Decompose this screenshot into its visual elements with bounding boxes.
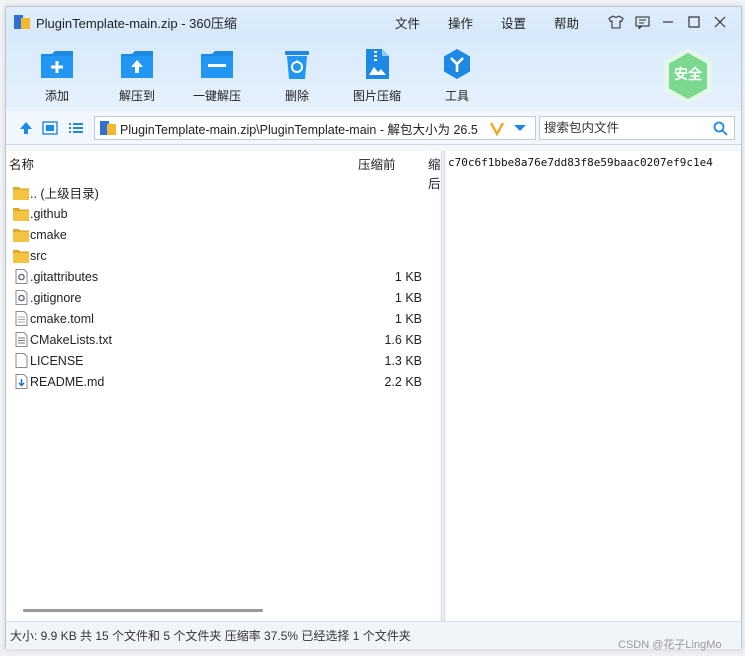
menu-settings[interactable]: 设置 [501,13,526,32]
close-icon[interactable] [707,10,733,34]
file-size: 1.6 KB [384,332,422,347]
chevron-v-icon [489,122,505,136]
list-item[interactable]: .gitattributes 1 KB [7,266,440,287]
menu-bar: 文件 操作 设置 帮助 [395,7,607,37]
watermark: CSDN @花子LingMo [618,639,722,651]
menu-help[interactable]: 帮助 [554,13,579,32]
folder-icon [13,208,29,221]
tools-icon [439,46,475,82]
folder-icon [13,250,29,263]
tools-button[interactable]: 工具 [422,46,492,104]
add-folder-icon [39,46,75,82]
delete-label: 删除 [284,89,309,103]
path-dropdown[interactable] [489,120,527,136]
file-size: 1 KB [394,290,422,305]
security-badge-label: 安全 [674,66,702,82]
column-name[interactable]: 名称 [9,154,34,173]
file-name: README.md [30,374,105,389]
list-item[interactable]: CMakeLists.txt 1.6 KB [7,329,440,350]
file-size: 1.3 KB [384,353,422,368]
image-compress-icon [359,46,395,82]
title-bar: PluginTemplate-main.zip - 360压缩 文件 操作 设置… [6,7,741,37]
list-view-icon[interactable] [68,120,84,136]
file-name: LICENSE [30,353,84,368]
text-file-icon [15,311,28,326]
image-compress-button[interactable]: 图片压缩 [342,46,412,104]
recycle-bin-icon [279,46,315,82]
horizontal-scrollbar[interactable] [23,609,263,612]
path-field[interactable]: PluginTemplate-main.zip\PluginTemplate-m… [94,116,536,140]
path-text: PluginTemplate-main.zip\PluginTemplate-m… [120,122,478,137]
list-item[interactable]: src [7,245,440,266]
file-name: .gitattributes [30,269,99,284]
maximize-icon[interactable] [681,10,707,34]
markdown-file-icon [15,374,28,389]
text-file-icon [15,332,28,347]
file-size: 1 KB [394,269,422,284]
file-name: .gitignore [30,290,82,305]
file-name: cmake.toml [30,311,94,326]
toolbar: 添加 解压到 一键解压 删除 图片压缩 工具 安全 [6,37,741,111]
blank-file-icon [15,353,28,368]
list-item[interactable]: README.md 2.2 KB [7,371,440,392]
window-controls [603,7,733,37]
window-title: PluginTemplate-main.zip - 360压缩 [36,15,237,31]
address-bar: PluginTemplate-main.zip\PluginTemplate-m… [6,111,741,145]
file-name: src [30,248,47,263]
zip-file-icon [100,121,116,135]
menu-operation[interactable]: 操作 [448,13,473,32]
skin-shirt-icon[interactable] [603,10,629,34]
config-file-icon [15,290,28,305]
list-item[interactable]: .github [7,203,440,224]
list-item[interactable]: cmake [7,224,440,245]
search-field [539,116,735,140]
search-icon[interactable] [713,121,728,136]
add-button[interactable]: 添加 [22,46,92,104]
search-input[interactable] [540,117,700,139]
file-name: cmake [30,227,67,242]
minimize-icon[interactable] [655,10,681,34]
archive-window: PluginTemplate-main.zip - 360压缩 文件 操作 设置… [5,6,742,649]
file-name: .github [30,206,68,221]
zip-app-icon [14,15,30,29]
column-header: 名称 压缩前 压缩后 [7,151,440,191]
one-click-extract-button[interactable]: 一键解压 [182,46,252,104]
column-compressed-before[interactable]: 压缩前 [358,154,396,173]
list-item[interactable]: .. (上级目录) [7,182,440,203]
extract-to-label: 解压到 [118,89,155,103]
thumbnail-view-icon[interactable] [42,120,58,136]
delete-button[interactable]: 删除 [262,46,332,104]
one-click-extract-label: 一键解压 [192,89,241,103]
file-name: CMakeLists.txt [30,332,112,347]
security-badge[interactable]: 安全 [662,47,714,105]
pane-splitter[interactable] [441,151,445,621]
image-compress-label: 图片压缩 [352,89,401,103]
up-arrow-icon[interactable] [18,120,34,136]
file-size: 2.2 KB [384,374,422,389]
folder-icon [13,229,29,242]
list-item[interactable]: LICENSE 1.3 KB [7,350,440,371]
comment-pane: c70c6f1bbe8a76e7dd83f8e59baac0207ef9c1e4 [446,151,740,621]
menu-file[interactable]: 文件 [395,13,420,32]
file-list: 名称 压缩前 压缩后 .. (上级目录) .github cmake src .… [7,151,440,621]
extract-to-button[interactable]: 解压到 [102,46,172,104]
list-item[interactable]: cmake.toml 1 KB [7,308,440,329]
file-name: .. (上级目录) [30,187,99,201]
status-text: 大小: 9.9 KB 共 15 个文件和 5 个文件夹 压缩率 37.5% 已经… [10,629,411,643]
feedback-icon[interactable] [629,10,655,34]
one-click-extract-icon [199,46,235,82]
chevron-down-icon [514,125,526,131]
file-size: 1 KB [394,311,422,326]
extract-to-icon [119,46,155,82]
list-item[interactable]: .gitignore 1 KB [7,287,440,308]
add-label: 添加 [44,89,69,103]
config-file-icon [15,269,28,284]
tools-label: 工具 [444,89,469,103]
folder-icon [13,187,29,200]
archive-comment: c70c6f1bbe8a76e7dd83f8e59baac0207ef9c1e4 [448,156,713,169]
